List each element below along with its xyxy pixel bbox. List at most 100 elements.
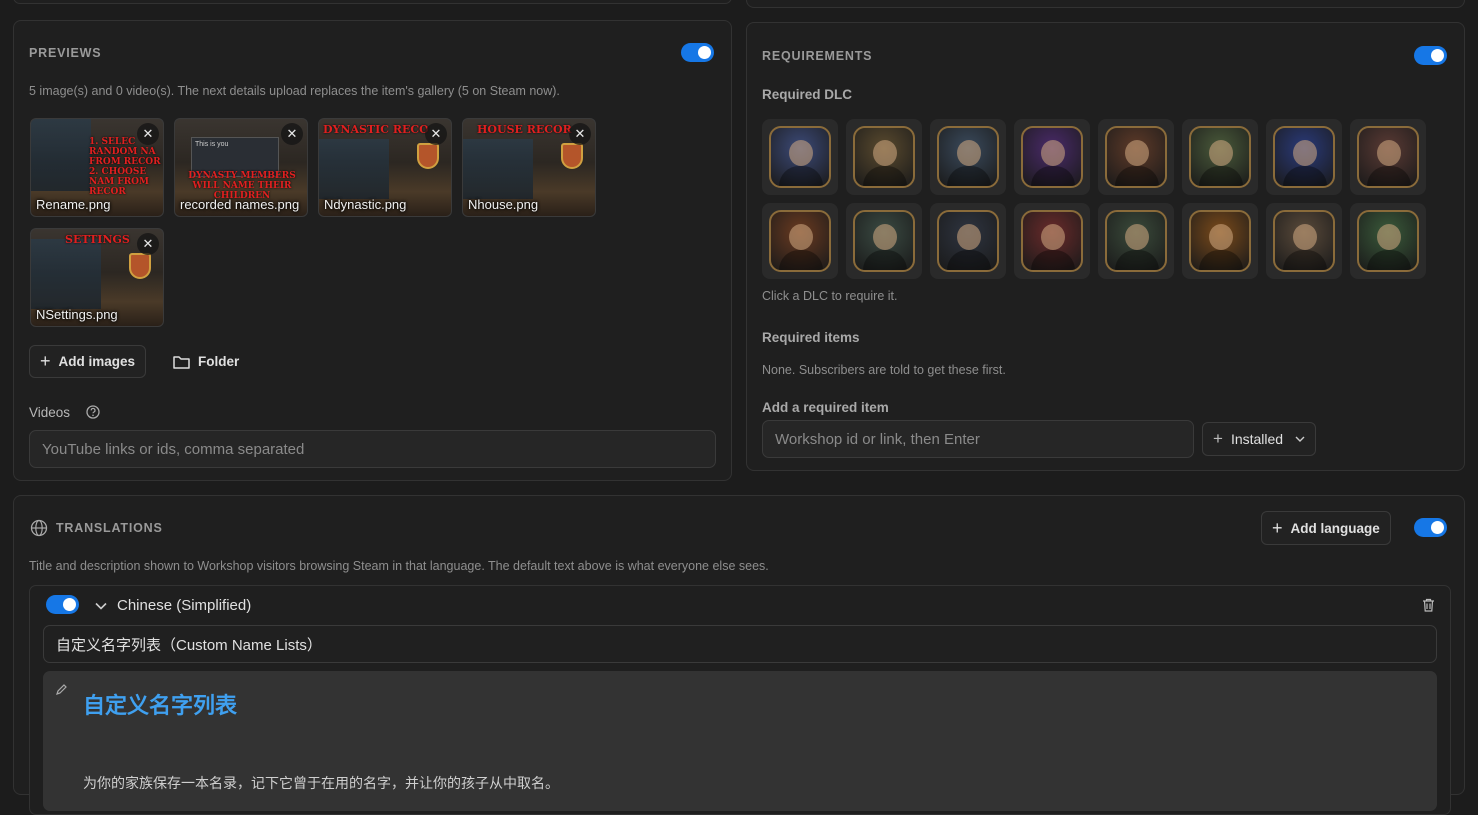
- thumb-overlay-text: 1. SELEC RANDOM NA FROM RECOR 2. CHOOSE …: [89, 137, 161, 197]
- dlc-tile[interactable]: [1266, 203, 1342, 279]
- dlc-tile[interactable]: [930, 119, 1006, 195]
- dlc-art-icon: [1105, 126, 1167, 188]
- language-name: Chinese (Simplified): [117, 597, 252, 614]
- help-icon[interactable]: [86, 405, 100, 419]
- top-panel-right-stub: [746, 0, 1465, 8]
- dlc-art-icon: [1189, 126, 1251, 188]
- chevron-down-icon[interactable]: [95, 602, 107, 610]
- thumb-filename: recorded names.png: [180, 197, 300, 212]
- dlc-art-icon: [937, 210, 999, 272]
- shield-icon: [129, 253, 151, 279]
- top-panel-left-stub: [13, 0, 732, 4]
- add-language-label: Add language: [1290, 520, 1380, 536]
- thumb-overlay-text: DYNASTIC RECO: [323, 123, 429, 136]
- translation-title-input[interactable]: 自定义名字列表（Custom Name Lists）: [43, 625, 1437, 663]
- dlc-art-icon: [1189, 210, 1251, 272]
- trash-icon[interactable]: [1422, 598, 1435, 612]
- remove-image-button[interactable]: ✕: [281, 123, 303, 145]
- language-toggle[interactable]: [46, 595, 79, 614]
- plus-icon: +: [40, 351, 51, 371]
- preview-thumb-nhouse[interactable]: HOUSE RECOR ✕ Nhouse.png: [462, 118, 596, 217]
- globe-icon: [30, 519, 48, 537]
- translations-info: Title and description shown to Workshop …: [29, 559, 769, 573]
- pencil-icon[interactable]: [55, 683, 68, 696]
- dlc-art-icon: [1273, 126, 1335, 188]
- screenshot-ui: [31, 239, 101, 309]
- videos-input[interactable]: YouTube links or ids, comma separated: [29, 430, 716, 468]
- dlc-hint: Click a DLC to require it.: [762, 289, 898, 303]
- dlc-art-icon: [1273, 210, 1335, 272]
- screenshot-ui: [31, 119, 91, 191]
- required-items-hint: None. Subscribers are told to get these …: [762, 363, 1006, 377]
- add-images-button[interactable]: + Add images: [29, 345, 147, 378]
- preview-thumb-rename[interactable]: 1. SELEC RANDOM NA FROM RECOR 2. CHOOSE …: [30, 118, 164, 217]
- chevron-down-icon: [1295, 436, 1305, 442]
- dlc-tile[interactable]: [846, 203, 922, 279]
- shield-icon: [561, 143, 583, 169]
- remove-image-button[interactable]: ✕: [137, 233, 159, 255]
- previews-title: PREVIEWS: [29, 46, 102, 60]
- dlc-tile[interactable]: [846, 119, 922, 195]
- thumb-filename: Nhouse.png: [468, 197, 539, 212]
- installed-dropdown[interactable]: + Installed: [1202, 422, 1317, 456]
- folder-button[interactable]: Folder: [162, 345, 250, 378]
- dlc-tile[interactable]: [1098, 203, 1174, 279]
- previews-info: 5 image(s) and 0 video(s). The next deta…: [29, 84, 560, 98]
- thumb-filename: NSettings.png: [36, 307, 118, 322]
- plus-icon: +: [1272, 517, 1283, 538]
- remove-image-button[interactable]: ✕: [425, 123, 447, 145]
- plus-icon: +: [1213, 429, 1223, 448]
- requirements-title: REQUIREMENTS: [762, 49, 873, 63]
- dlc-tile[interactable]: [762, 119, 838, 195]
- dlc-tile[interactable]: [1014, 119, 1090, 195]
- dlc-tile[interactable]: [1098, 119, 1174, 195]
- requirements-panel: REQUIREMENTS Required DLC Click a DLC to…: [746, 22, 1465, 471]
- remove-image-button[interactable]: ✕: [137, 123, 159, 145]
- required-items-label: Required items: [762, 330, 860, 345]
- folder-icon: [173, 355, 190, 369]
- add-language-button[interactable]: + Add language: [1261, 511, 1391, 545]
- dlc-tile[interactable]: [1182, 119, 1258, 195]
- remove-image-button[interactable]: ✕: [569, 123, 591, 145]
- required-dlc-label: Required DLC: [762, 87, 853, 102]
- required-item-input[interactable]: Workshop id or link, then Enter: [762, 420, 1194, 458]
- screenshot-ui: [319, 139, 389, 199]
- description-editor[interactable]: 自定义名字列表 为你的家族保存一本名录，记下它曾于在用的名字，并让你的孩子从中取…: [43, 671, 1437, 811]
- dlc-tile[interactable]: [1350, 203, 1426, 279]
- preview-thumb-recorded-names[interactable]: This is you DYNASTY MEMBERS WILL NAME TH…: [174, 118, 308, 217]
- installed-label: Installed: [1230, 431, 1284, 447]
- thumb-filename: Rename.png: [36, 197, 111, 212]
- preview-thumb-nsettings[interactable]: SETTINGS ✕ NSettings.png: [30, 228, 164, 327]
- dlc-art-icon: [937, 126, 999, 188]
- dlc-tile[interactable]: [1266, 119, 1342, 195]
- dlc-tile[interactable]: [762, 203, 838, 279]
- thumb-filename: Ndynastic.png: [324, 197, 407, 212]
- dlc-art-icon: [1357, 210, 1419, 272]
- folder-label: Folder: [198, 354, 240, 369]
- thumb-overlay-text: SETTINGS: [65, 233, 130, 246]
- preview-thumb-ndynastic[interactable]: DYNASTIC RECO ✕ Ndynastic.png: [318, 118, 452, 217]
- dlc-art-icon: [769, 126, 831, 188]
- description-heading: 自定义名字列表: [83, 694, 238, 719]
- dlc-art-icon: [853, 210, 915, 272]
- requirements-toggle[interactable]: [1414, 46, 1447, 65]
- dlc-art-icon: [1021, 210, 1083, 272]
- dlc-art-icon: [1357, 126, 1419, 188]
- translations-toggle[interactable]: [1414, 518, 1447, 537]
- dlc-tile[interactable]: [1014, 203, 1090, 279]
- dlc-art-icon: [769, 210, 831, 272]
- dlc-art-icon: [1021, 126, 1083, 188]
- dlc-art-icon: [853, 126, 915, 188]
- translations-panel: TRANSLATIONS + Add language Title and de…: [13, 495, 1465, 815]
- previews-toggle[interactable]: [681, 43, 714, 62]
- add-images-label: Add images: [58, 354, 136, 369]
- dlc-tile[interactable]: [930, 203, 1006, 279]
- dlc-tile[interactable]: [1350, 119, 1426, 195]
- thumb-overlay-text: HOUSE RECOR: [477, 123, 572, 136]
- shield-icon: [417, 143, 439, 169]
- description-text: 为你的家族保存一本名录，记下它曾于在用的名字，并让你的孩子从中取名。: [83, 776, 559, 792]
- add-required-item-label: Add a required item: [762, 400, 889, 415]
- dlc-tile[interactable]: [1182, 203, 1258, 279]
- translations-title: TRANSLATIONS: [56, 521, 163, 535]
- screenshot-ui: [463, 139, 533, 199]
